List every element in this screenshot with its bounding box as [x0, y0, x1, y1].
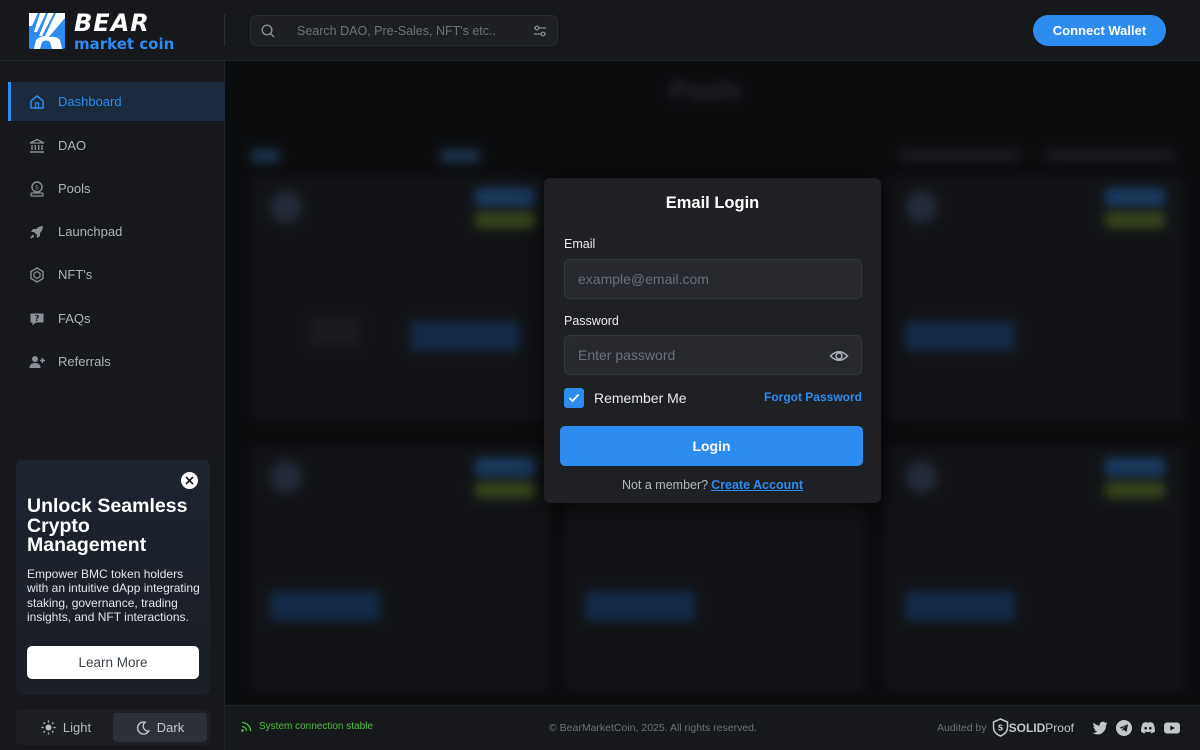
top-header: BEAR market coin Connect Wallet: [0, 0, 1200, 61]
hexagon-icon: [30, 266, 44, 283]
status-text: System connection stable: [259, 721, 373, 732]
auditor-name-a: SOLID: [1008, 720, 1046, 735]
theme-dark-option[interactable]: Dark: [113, 713, 207, 742]
sidebar: Dashboard DAO $ Pools Launchpad NFT's ? …: [0, 61, 225, 750]
remember-me-checkbox[interactable]: [564, 388, 584, 408]
sun-icon: [41, 720, 56, 735]
remember-me[interactable]: Remember Me: [564, 388, 687, 408]
password-input[interactable]: [565, 336, 861, 374]
sidebar-item-nfts[interactable]: NFT's: [8, 255, 225, 294]
password-label: Password: [564, 314, 619, 328]
filter-icon[interactable]: [533, 24, 547, 38]
chat-question-icon: ?: [30, 313, 44, 325]
theme-toggle: Light Dark: [16, 710, 210, 745]
bg-pool-card: [250, 176, 550, 421]
sidebar-item-referrals[interactable]: Referrals: [8, 342, 225, 381]
email-label: Email: [564, 237, 596, 251]
theme-light-option[interactable]: Light: [19, 713, 113, 742]
header-divider: [224, 14, 225, 46]
email-input[interactable]: [565, 260, 861, 298]
bg-tab: [250, 149, 280, 163]
youtube-icon[interactable]: [1163, 719, 1181, 737]
password-field[interactable]: [564, 335, 862, 375]
auditor-name-b: Proof: [1045, 720, 1074, 735]
sidebar-item-dashboard[interactable]: Dashboard: [8, 82, 225, 121]
home-icon: [30, 94, 44, 109]
bg-filter: [1045, 149, 1175, 161]
theme-dark-label: Dark: [156, 720, 185, 735]
discord-icon[interactable]: [1139, 719, 1157, 737]
learn-more-button[interactable]: Learn More: [27, 646, 199, 679]
bg-pool-card: [885, 446, 1185, 691]
coin-stack-icon: $: [30, 180, 44, 197]
login-button[interactable]: Login: [560, 426, 863, 466]
promo-close-button[interactable]: [181, 472, 198, 489]
user-plus-icon: [29, 355, 45, 368]
svg-text:S: S: [997, 724, 1003, 733]
sidebar-item-label: NFT's: [58, 267, 93, 282]
sidebar-item-label: FAQs: [58, 311, 91, 326]
promo-title: Unlock Seamless Crypto Management: [27, 495, 188, 556]
audited-by-label: Audited by: [937, 721, 987, 734]
sidebar-item-label: DAO: [58, 138, 87, 153]
footer: System connection stable © BearMarketCoi…: [225, 705, 1200, 750]
telegram-icon[interactable]: [1115, 719, 1133, 737]
remember-me-label: Remember Me: [594, 390, 687, 406]
sidebar-item-label: Launchpad: [58, 224, 123, 239]
svg-text:?: ?: [35, 314, 40, 323]
bg-tab: [440, 149, 480, 163]
bg-filter: [900, 149, 1020, 161]
promo-description: Empower BMC token holders with an intuit…: [27, 567, 200, 624]
sidebar-item-label: Dashboard: [58, 94, 122, 109]
sidebar-item-dao[interactable]: DAO: [8, 126, 225, 165]
email-login-modal: Email Login Email Password Remember Me F…: [544, 178, 881, 503]
connection-status: System connection stable: [241, 721, 373, 732]
twitter-icon[interactable]: [1091, 719, 1109, 737]
theme-light-label: Light: [62, 720, 92, 735]
bg-pool-card: [250, 446, 550, 691]
copyright-text: © BearMarketCoin, 2025. All rights reser…: [549, 722, 757, 734]
promo-card: Unlock Seamless Crypto Management Empowe…: [16, 460, 210, 695]
signal-icon: [241, 721, 252, 732]
brand-logo[interactable]: BEAR market coin: [28, 11, 188, 51]
connect-wallet-button[interactable]: Connect Wallet: [1033, 15, 1166, 46]
create-account-link[interactable]: Create Account: [711, 478, 803, 492]
bg-pool-card: [885, 176, 1185, 421]
bear-logo-icon: [29, 13, 65, 49]
sidebar-item-label: Referrals: [58, 354, 111, 369]
email-field[interactable]: [564, 259, 862, 299]
rocket-icon: [30, 225, 43, 238]
check-icon: [568, 393, 580, 403]
sidebar-item-faqs[interactable]: ? FAQs: [8, 299, 225, 338]
signup-prompt-text: Not a member?: [621, 478, 709, 492]
sidebar-item-label: Pools: [58, 181, 91, 196]
modal-title: Email Login: [665, 194, 760, 212]
search-bar[interactable]: [250, 15, 558, 46]
audit-badge[interactable]: Audited by S SOLID Proof: [937, 718, 1074, 737]
sidebar-item-launchpad[interactable]: Launchpad: [8, 212, 225, 251]
signup-prompt: Not a member? Create Account: [544, 478, 881, 492]
svg-text:$: $: [35, 183, 39, 191]
social-links: [1091, 719, 1187, 737]
brand-subtitle: market coin: [74, 34, 175, 53]
eye-icon[interactable]: [829, 346, 849, 366]
search-icon: [261, 23, 275, 37]
background-page-title: Pools: [670, 75, 741, 105]
search-input[interactable]: [297, 23, 527, 38]
shield-icon: S: [992, 718, 1008, 737]
moon-icon: [136, 720, 150, 735]
close-icon: [185, 476, 194, 485]
brand-title: BEAR: [74, 8, 150, 37]
sidebar-item-pools[interactable]: $ Pools: [8, 169, 225, 208]
forgot-password-link[interactable]: Forgot Password: [764, 390, 862, 404]
bank-icon: [29, 138, 45, 153]
solidproof-logo: S SOLID Proof: [992, 718, 1074, 737]
